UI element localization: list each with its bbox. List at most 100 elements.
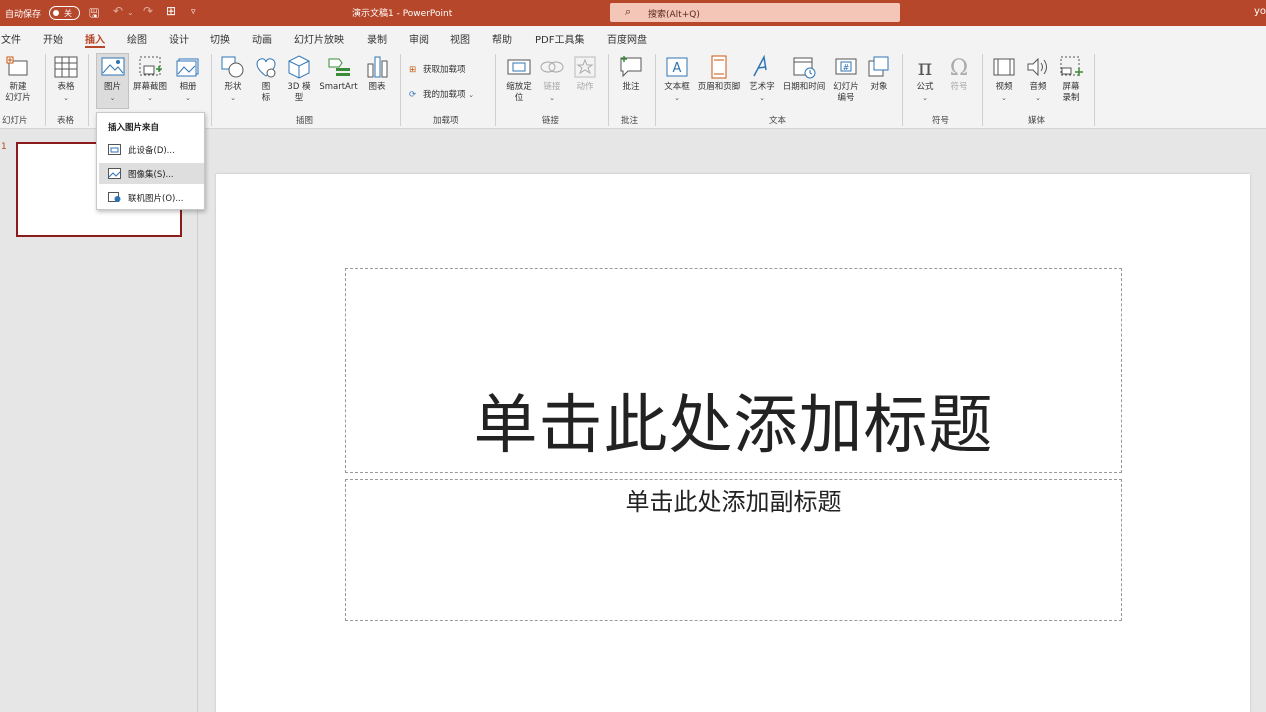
new-slide-button[interactable]: 新建 幻灯片 <box>0 54 36 104</box>
slide-canvas: 单击此处添加标题 单击此处添加副标题 <box>216 174 1250 712</box>
chevron-down-icon: ⌄ <box>759 94 765 102</box>
tab-slideshow[interactable]: 幻灯片放映 <box>294 31 344 46</box>
undo-icon[interactable]: ↶ <box>113 4 123 18</box>
header-footer-label: 页眉和页脚 <box>697 82 741 92</box>
picture-button[interactable]: 图片 ⌄ <box>96 53 129 109</box>
my-addins-button[interactable]: ⟳ 我的加载项 ⌄ <box>409 88 474 100</box>
autosave-toggle[interactable]: 关 <box>49 6 80 20</box>
search-placeholder: 搜索(Alt+Q) <box>648 10 700 20</box>
tab-insert[interactable]: 插入 <box>85 31 105 48</box>
table-button[interactable]: 表格 ⌄ <box>50 54 82 104</box>
action-button[interactable]: 动作 <box>572 54 598 93</box>
tab-pdf-tools[interactable]: PDF工具集 <box>535 31 584 46</box>
svg-text:#: # <box>843 63 850 72</box>
group-separator <box>211 54 212 126</box>
calendar-icon <box>793 57 816 79</box>
symbol-button[interactable]: Ω 符号 <box>945 54 973 93</box>
start-from-beginning-icon[interactable]: ⊞ <box>166 4 176 18</box>
icons-button[interactable]: 图 标 <box>253 54 279 104</box>
group-slides-label: 幻灯片 <box>2 116 28 126</box>
date-time-label: 日期和时间 <box>782 82 826 92</box>
tab-animations[interactable]: 动画 <box>252 31 272 46</box>
user-account[interactable]: yo <box>1254 6 1266 17</box>
menu-item-label: 联机图片(O)... <box>128 194 184 204</box>
video-button[interactable]: 视频 ⌄ <box>990 54 1018 104</box>
group-separator <box>88 54 89 126</box>
chevron-down-icon: ⌄ <box>63 94 69 102</box>
group-separator <box>902 54 903 126</box>
photo-album-label: 相册 <box>179 82 197 92</box>
group-symbols-label: 符号 <box>932 116 950 126</box>
tab-transitions[interactable]: 切换 <box>210 31 230 46</box>
pi-icon: π <box>918 56 932 80</box>
group-separator <box>608 54 609 126</box>
screenshot-button[interactable]: 屏幕截图 ⌄ <box>130 54 170 104</box>
zoom-icon <box>507 59 531 75</box>
smartart-icon <box>328 58 350 76</box>
textbox-icon: A <box>666 57 688 77</box>
zoom-button[interactable]: 缩放定 位 <box>503 54 535 104</box>
wordart-button[interactable]: 艺术字 ⌄ <box>746 54 778 104</box>
object-button[interactable]: 对象 <box>866 54 892 93</box>
action-label: 动作 <box>576 82 594 92</box>
date-time-button[interactable]: 日期和时间 <box>780 54 828 93</box>
get-addins-button[interactable]: ⊞ 获取加载项 <box>409 63 466 75</box>
header-footer-button[interactable]: 页眉和页脚 <box>694 54 744 93</box>
tab-help[interactable]: 帮助 <box>492 31 512 46</box>
search-box[interactable]: ⌕ 搜索(Alt+Q) <box>610 3 900 22</box>
insert-picture-dropdown: 插入图片来自 此设备(D)... 图像集(S)... 联机图片(O)... <box>96 112 205 210</box>
link-button[interactable]: 链接 ⌄ <box>539 54 565 104</box>
ribbon-tabs: 文件 开始 插入 绘图 设计 切换 动画 幻灯片放映 录制 审阅 视图 帮助 P… <box>0 26 1266 50</box>
video-label: 视频 <box>995 82 1013 92</box>
group-media-label: 媒体 <box>1028 116 1046 126</box>
photo-album-icon <box>176 58 199 77</box>
comment-button[interactable]: 批注 <box>617 54 645 93</box>
chart-button[interactable]: 图表 <box>363 54 391 93</box>
3d-models-label: 3D 模 型 <box>287 82 311 103</box>
chevron-down-icon: ⌄ <box>922 94 928 102</box>
smartart-button[interactable]: SmartArt <box>317 54 360 93</box>
subtitle-placeholder-text: 单击此处添加副标题 <box>625 488 842 516</box>
group-separator <box>400 54 401 126</box>
tab-review[interactable]: 审阅 <box>409 31 429 46</box>
tab-baidu-netdisk[interactable]: 百度网盘 <box>607 31 647 46</box>
tab-view[interactable]: 视图 <box>450 31 470 46</box>
tab-home[interactable]: 开始 <box>43 31 63 46</box>
menu-item-this-device[interactable]: 此设备(D)... <box>99 139 204 160</box>
slide-number-label: 幻灯片 编号 <box>833 82 859 103</box>
tab-draw[interactable]: 绘图 <box>127 31 147 46</box>
equation-button[interactable]: π 公式 ⌄ <box>911 54 939 104</box>
shapes-button[interactable]: 形状 ⌄ <box>219 54 247 104</box>
menu-item-stock-images[interactable]: 图像集(S)... <box>99 163 204 184</box>
audio-label: 音频 <box>1029 82 1047 92</box>
menu-item-online-pictures[interactable]: 联机图片(O)... <box>99 187 204 208</box>
photo-album-button[interactable]: 相册 ⌄ <box>174 54 202 104</box>
subtitle-placeholder[interactable]: 单击此处添加副标题 <box>345 479 1122 621</box>
shapes-icon <box>221 56 244 78</box>
object-label: 对象 <box>870 82 888 92</box>
title-placeholder[interactable]: 单击此处添加标题 <box>345 268 1122 473</box>
3d-models-button[interactable]: 3D 模 型 <box>284 54 314 104</box>
tab-file[interactable]: 文件 <box>1 31 21 46</box>
group-separator <box>982 54 983 126</box>
redo-icon[interactable]: ↷ <box>143 4 153 18</box>
chevron-down-icon: ⌄ <box>147 94 153 102</box>
comment-label: 批注 <box>622 82 640 92</box>
header-footer-icon <box>711 55 727 79</box>
slide-number-button[interactable]: # 幻灯片 编号 <box>830 54 862 104</box>
chevron-down-icon: ⌄ <box>674 94 680 102</box>
icons-label: 图 标 <box>261 82 271 103</box>
customize-toolbar-icon[interactable]: ▿ <box>191 7 196 17</box>
group-links-label: 链接 <box>542 116 560 126</box>
tab-design[interactable]: 设计 <box>169 31 189 46</box>
save-icon[interactable]: 🖫 <box>89 4 99 25</box>
undo-dropdown-icon[interactable]: ⌄ <box>127 8 134 17</box>
menu-item-label: 图像集(S)... <box>128 170 174 180</box>
group-separator <box>45 54 46 126</box>
audio-button[interactable]: 音频 ⌄ <box>1024 54 1052 104</box>
group-separator <box>495 54 496 126</box>
search-icon: ⌕ <box>625 5 632 18</box>
tab-record[interactable]: 录制 <box>367 31 387 46</box>
textbox-button[interactable]: A 文本框 ⌄ <box>661 54 693 104</box>
screen-recording-button[interactable]: 屏幕 录制 <box>1057 54 1085 104</box>
